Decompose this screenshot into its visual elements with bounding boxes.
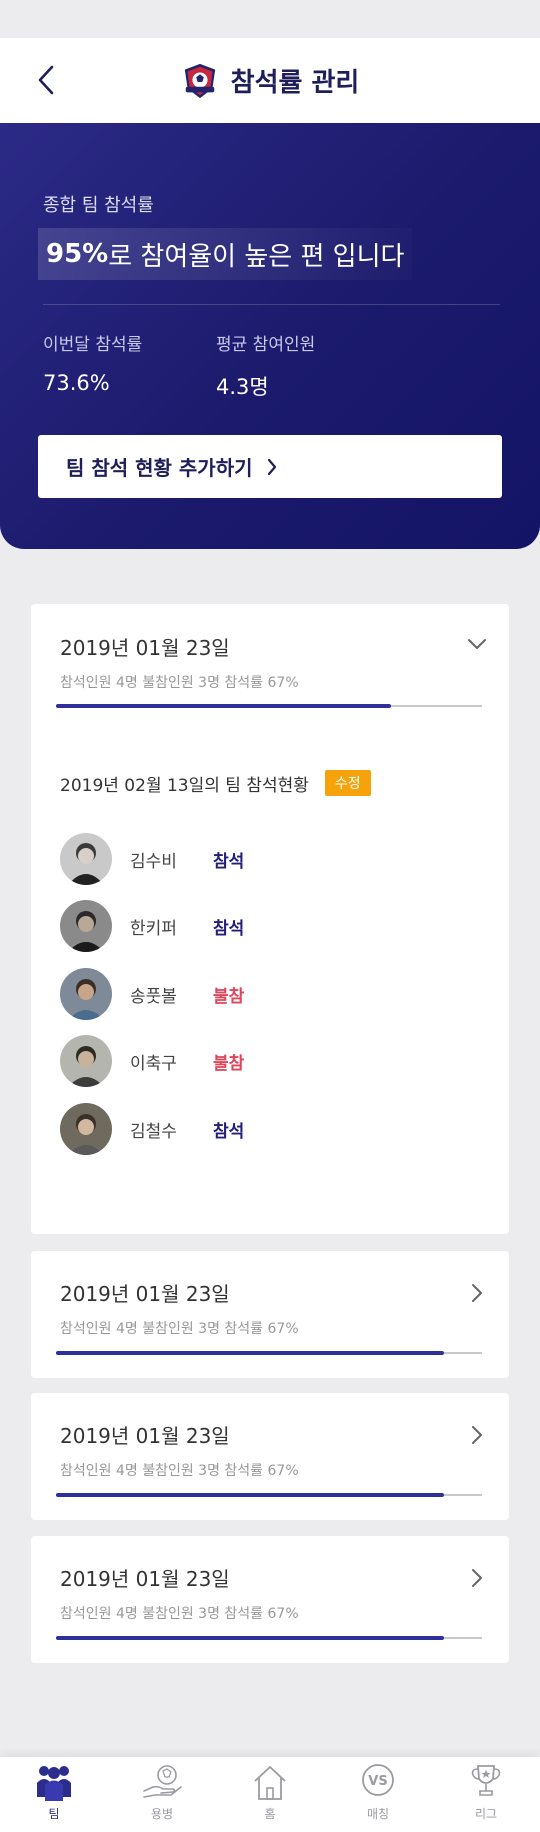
member-row: 김수비 참석 bbox=[60, 833, 244, 885]
attendance-record-card[interactable]: 2019년 01월 23일 참석인원 4명 불참인원 3명 참석률 67% bbox=[31, 1393, 509, 1520]
league-trophy-icon bbox=[471, 1765, 501, 1796]
tab-label: 매칭 bbox=[366, 1807, 390, 1821]
avatar bbox=[60, 1035, 112, 1087]
detail-header: 2019년 02월 13일의 팀 참석현황 수정 bbox=[60, 770, 371, 796]
svg-text:VS: VS bbox=[368, 1774, 387, 1789]
record-summary: 참석인원 4명 불참인원 3명 참석률 67% bbox=[60, 1463, 299, 1479]
member-name: 송풋볼 bbox=[130, 986, 177, 1007]
home-icon bbox=[254, 1766, 286, 1800]
chevron-right-icon bbox=[472, 1569, 482, 1587]
tab-label: 용병 bbox=[150, 1807, 174, 1821]
summary-label: 종합 팀 참석률 bbox=[43, 195, 154, 216]
progress-fill bbox=[56, 704, 391, 708]
member-row: 송풋볼 불참 bbox=[60, 968, 244, 1020]
attendance-record-card[interactable]: 2019년 01월 23일 참석인원 4명 불참인원 3명 참석률 67% 20… bbox=[31, 604, 509, 1234]
record-date: 2019년 01월 23일 bbox=[60, 1424, 230, 1448]
expand-toggle[interactable] bbox=[465, 1281, 489, 1305]
avatar bbox=[60, 900, 112, 952]
stat-label: 이번달 참석률 bbox=[43, 335, 143, 355]
chevron-right-icon bbox=[472, 1426, 482, 1444]
stat-average-attendees: 평균 참여인원 4.3명 bbox=[216, 330, 315, 401]
bottom-tab-bar: 팀 용병 홈 VS 매칭 리그 bbox=[0, 1757, 540, 1832]
summary-highlight: 95% 로 참여율이 높은 편 입니다 bbox=[38, 228, 413, 280]
record-summary: 참석인원 4명 불참인원 3명 참석률 67% bbox=[60, 1606, 299, 1622]
expand-toggle[interactable] bbox=[465, 1423, 489, 1447]
chevron-right-icon bbox=[472, 1284, 482, 1302]
member-row: 이축구 불참 bbox=[60, 1035, 244, 1087]
chevron-down-icon bbox=[468, 639, 486, 649]
attendance-record-card[interactable]: 2019년 01월 23일 참석인원 4명 불참인원 3명 참석률 67% bbox=[31, 1536, 509, 1663]
tab-matching[interactable]: VS 매칭 bbox=[324, 1757, 432, 1832]
record-date: 2019년 01월 23일 bbox=[60, 636, 230, 660]
progress-fill bbox=[56, 1493, 444, 1497]
member-row: 김철수 참석 bbox=[60, 1103, 244, 1155]
attendance-status: 불참 bbox=[213, 1053, 245, 1074]
mercenary-icon bbox=[143, 1765, 182, 1798]
member-name: 김수비 bbox=[130, 851, 177, 872]
member-name: 한키퍼 bbox=[130, 918, 177, 939]
tab-mercenary[interactable]: 용병 bbox=[108, 1757, 216, 1832]
member-row: 한키퍼 참석 bbox=[60, 900, 244, 952]
tab-league[interactable]: 리그 bbox=[432, 1757, 540, 1832]
add-attendance-label: 팀 참석 현황 추가하기 bbox=[66, 456, 253, 480]
attendance-status: 참석 bbox=[213, 918, 245, 939]
attendance-progress-bar bbox=[56, 1351, 482, 1355]
team-logo-icon bbox=[184, 63, 215, 98]
attendance-progress-bar bbox=[56, 1636, 482, 1640]
member-name: 김철수 bbox=[130, 1121, 177, 1142]
tab-label: 홈 bbox=[264, 1807, 276, 1821]
tab-label: 리그 bbox=[474, 1807, 498, 1821]
expand-toggle[interactable] bbox=[465, 1566, 489, 1590]
team-icon bbox=[37, 1766, 71, 1801]
stat-value: 4.3명 bbox=[216, 375, 269, 399]
record-date: 2019년 01월 23일 bbox=[60, 1567, 230, 1591]
stat-monthly-rate: 이번달 참석률 73.6% bbox=[43, 330, 142, 395]
stat-label: 평균 참여인원 bbox=[216, 335, 316, 355]
attendance-status: 참석 bbox=[213, 851, 245, 872]
edit-badge[interactable]: 수정 bbox=[324, 770, 371, 796]
page-title: 참석률 관리 bbox=[230, 68, 360, 98]
member-name: 이축구 bbox=[130, 1053, 177, 1074]
attendance-summary-panel: 종합 팀 참석률 95% 로 참여율이 높은 편 입니다 이번달 참석률 73.6… bbox=[0, 123, 540, 549]
avatar bbox=[60, 833, 112, 885]
summary-rate: 95% bbox=[46, 239, 109, 269]
record-date: 2019년 01월 23일 bbox=[60, 1282, 230, 1306]
progress-fill bbox=[56, 1636, 444, 1640]
attendance-status: 불참 bbox=[213, 986, 245, 1007]
record-summary: 참석인원 4명 불참인원 3명 참석률 67% bbox=[60, 675, 299, 691]
avatar bbox=[60, 968, 112, 1020]
divider bbox=[43, 304, 500, 305]
attendance-record-card[interactable]: 2019년 01월 23일 참석인원 4명 불참인원 3명 참석률 67% bbox=[31, 1251, 509, 1378]
app-header: 참석률 관리 bbox=[0, 38, 540, 123]
detail-title: 2019년 02월 13일의 팀 참석현황 bbox=[60, 775, 309, 796]
summary-text: 로 참여율이 높은 편 입니다 bbox=[108, 241, 405, 272]
record-summary: 참석인원 4명 불참인원 3명 참석률 67% bbox=[60, 1321, 299, 1337]
tab-label: 팀 bbox=[48, 1807, 60, 1821]
collapse-toggle[interactable] bbox=[465, 632, 489, 656]
attendance-progress-bar bbox=[56, 704, 482, 708]
tab-home[interactable]: 홈 bbox=[216, 1757, 324, 1832]
matching-icon: VS bbox=[362, 1764, 394, 1796]
tab-team[interactable]: 팀 bbox=[0, 1757, 108, 1832]
stat-value: 73.6% bbox=[43, 371, 110, 395]
progress-fill bbox=[56, 1351, 444, 1355]
attendance-progress-bar bbox=[56, 1493, 482, 1497]
add-attendance-button[interactable]: 팀 참석 현황 추가하기 bbox=[38, 435, 502, 498]
avatar bbox=[60, 1103, 112, 1155]
attendance-status: 참석 bbox=[213, 1121, 245, 1142]
chevron-right-icon bbox=[267, 458, 276, 475]
